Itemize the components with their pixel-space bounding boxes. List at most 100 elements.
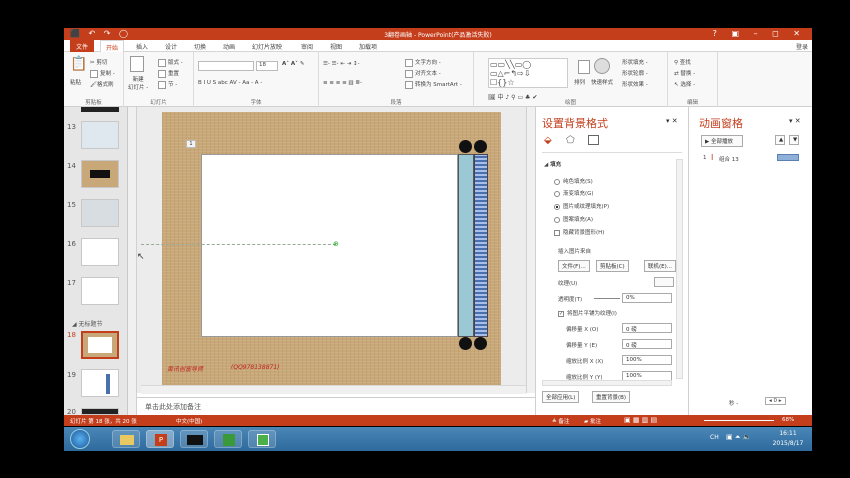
thumbnail-18-selected[interactable] — [81, 331, 119, 359]
tray-icons[interactable]: ▣ ⏶ 🔈 — [726, 433, 751, 442]
powerpoint-taskbar-icon[interactable]: P — [146, 430, 174, 448]
copy-button[interactable]: 复制 - — [90, 69, 115, 78]
clock-time[interactable]: 16:11 — [770, 430, 806, 437]
thumbnail-partial[interactable] — [81, 107, 119, 112]
arrange-button[interactable]: 排列 — [574, 78, 585, 86]
font-grow-shrink[interactable]: A˄ A˅ ✎ — [282, 61, 304, 67]
ime-indicator[interactable]: CH — [710, 434, 719, 441]
effects-tab-icon[interactable]: ⬠ — [566, 135, 575, 146]
anim-pane-close-icon[interactable]: ▾ ✕ — [789, 117, 801, 125]
smartart-button[interactable]: 转换为 SmartArt - — [405, 80, 462, 89]
text-direction-button[interactable]: 文字方向 - — [405, 58, 441, 67]
motion-path-end-icon[interactable]: ⊕ — [333, 240, 339, 248]
offset-y-input[interactable]: 0 磅 — [622, 339, 672, 349]
reset-background-button[interactable]: 重置背景(B) — [592, 391, 631, 403]
file-button[interactable]: 文件(F)... — [558, 260, 590, 272]
explorer-taskbar-icon[interactable] — [112, 430, 140, 448]
view-buttons[interactable]: ▣ ▦ ▥ ▤ — [624, 416, 657, 424]
font-name-box[interactable] — [198, 61, 254, 71]
thumbnail-14[interactable] — [81, 160, 119, 188]
align-buttons[interactable]: ≡ ≡ ≡ ≡ ▥ ≣- — [323, 80, 362, 86]
section-header[interactable]: ◢ 无标题节 — [72, 319, 103, 328]
tab-view[interactable]: 视图 — [330, 42, 342, 51]
font-format-buttons[interactable]: B I U S abc AV - Aa - A - — [198, 80, 262, 86]
shape-fill-button[interactable]: 形状填充 - — [622, 58, 648, 66]
move-down-button[interactable]: ▼ — [789, 135, 799, 145]
tab-home[interactable]: 开始 — [100, 40, 125, 52]
white-paper-panel[interactable] — [201, 154, 458, 337]
shapes-gallery[interactable]: ▭▭╲╲▭◯ ▭△⌐↰⇨⇩ ☐{}☆ — [488, 58, 568, 88]
clipboard-button[interactable]: 剪贴板(C) — [596, 260, 629, 272]
align-text-button[interactable]: 对齐文本 - — [405, 69, 441, 78]
texture-picker[interactable] — [654, 277, 674, 287]
radio-button[interactable] — [554, 178, 560, 185]
cmd-taskbar-icon[interactable] — [180, 430, 208, 448]
shape-outline-button[interactable]: 形状轮廓 - — [622, 69, 648, 77]
pattern-fill-option[interactable]: 图案填充(A) — [554, 215, 593, 223]
layout-button[interactable]: 版式 - — [158, 58, 183, 67]
pane-horizontal-scrollbar[interactable] — [542, 380, 672, 386]
tile-texture-checkbox[interactable]: ✓ 将图片平铺为纹理(I) — [558, 309, 617, 317]
paste-button[interactable]: 粘贴 — [70, 78, 81, 86]
picture-tab-icon[interactable] — [588, 135, 599, 145]
tab-file[interactable]: 文件 — [70, 40, 95, 52]
quick-styles-button[interactable]: 快速样式 — [591, 78, 613, 86]
fill-section-header[interactable]: ◢ 填充 — [544, 160, 561, 168]
paste-icon[interactable]: 📋 — [70, 56, 87, 72]
apply-to-all-button[interactable]: 全部应用(L) — [542, 391, 580, 403]
reset-button[interactable]: 重置 — [158, 69, 179, 78]
login-link[interactable]: 登录 — [796, 42, 808, 51]
thumbnail-15[interactable] — [81, 199, 119, 227]
tab-review[interactable]: 审阅 — [301, 42, 313, 51]
checkbox-checked[interactable]: ✓ — [558, 310, 564, 317]
tab-addins[interactable]: 加载项 — [359, 42, 377, 51]
thumbnail-20[interactable] — [81, 408, 119, 415]
scroll-roller[interactable] — [458, 154, 474, 337]
gradient-fill-option[interactable]: 渐变填充(G) — [554, 189, 594, 197]
comments-toggle[interactable]: ▰ 批注 — [584, 417, 601, 425]
thumbnails-scrollbar[interactable] — [128, 107, 137, 415]
new-slide-icon[interactable] — [130, 56, 144, 72]
radio-button[interactable] — [554, 190, 560, 197]
scale-x-input[interactable]: 100% — [622, 355, 672, 365]
thumbnail-16[interactable] — [81, 238, 119, 266]
online-button[interactable]: 联机(E)... — [644, 260, 677, 272]
start-button[interactable] — [70, 429, 90, 449]
seconds-dropdown[interactable]: 秒 - — [729, 399, 738, 407]
timeline-zoom[interactable]: ◂ 0 ▸ — [765, 397, 786, 405]
hide-background-graphics-checkbox[interactable]: 隐藏背景图形(H) — [554, 228, 604, 236]
tab-insert[interactable]: 插入 — [136, 42, 148, 51]
find-button[interactable]: ⚲ 查找 — [674, 58, 691, 66]
fill-tab-icon[interactable]: ⬙ — [544, 135, 552, 146]
camtasia-taskbar-icon[interactable] — [214, 430, 242, 448]
checkbox[interactable] — [554, 229, 560, 236]
thumbnail-13[interactable] — [81, 121, 119, 149]
tab-design[interactable]: 设计 — [165, 42, 177, 51]
shape-effects-button[interactable]: 形状效果 - — [622, 80, 648, 88]
radio-button[interactable] — [554, 216, 560, 223]
list-buttons[interactable]: ☰- ☰- ⇤ ⇥ ↕- — [323, 61, 360, 67]
anim-item-label[interactable]: 组合 13 — [719, 155, 739, 163]
zoom-slider[interactable] — [704, 420, 774, 421]
thumbnail-19[interactable] — [81, 369, 119, 397]
thumbnail-17[interactable] — [81, 277, 119, 305]
tab-slideshow[interactable]: 幻灯片放映 — [252, 42, 282, 51]
picture-fill-option[interactable]: 图片或纹理填充(P) — [554, 202, 609, 210]
slide-thumbnails-pane[interactable]: 13 14 15 16 17 ◢ 无标题节 18 19 20 — [64, 107, 128, 416]
cut-button[interactable]: ✂ 剪切 — [90, 58, 107, 66]
select-button[interactable]: ↖ 选择 - — [674, 80, 695, 88]
quick-styles-icon[interactable] — [594, 58, 610, 74]
section-button[interactable]: 节 - — [158, 80, 177, 89]
solid-fill-option[interactable]: 纯色填充(S) — [554, 177, 593, 185]
camtasia-recorder-taskbar-icon[interactable] — [248, 430, 276, 448]
anim-timeline-bar[interactable] — [777, 154, 799, 161]
pane-scrollbar[interactable] — [676, 159, 683, 379]
transparency-slider[interactable] — [594, 298, 620, 299]
zoom-level[interactable]: 68% — [782, 417, 794, 423]
language-status[interactable]: 中文(中国) — [176, 417, 202, 425]
replace-button[interactable]: ⇄ 替换 - — [674, 69, 695, 77]
move-up-button[interactable]: ▲ — [775, 135, 785, 145]
window-controls[interactable]: ? ▣ – ◻ ✕ — [713, 29, 806, 38]
play-all-button[interactable]: ▶ 全部播放 — [701, 135, 743, 147]
canvas-horizontal-scrollbar[interactable] — [141, 385, 526, 394]
